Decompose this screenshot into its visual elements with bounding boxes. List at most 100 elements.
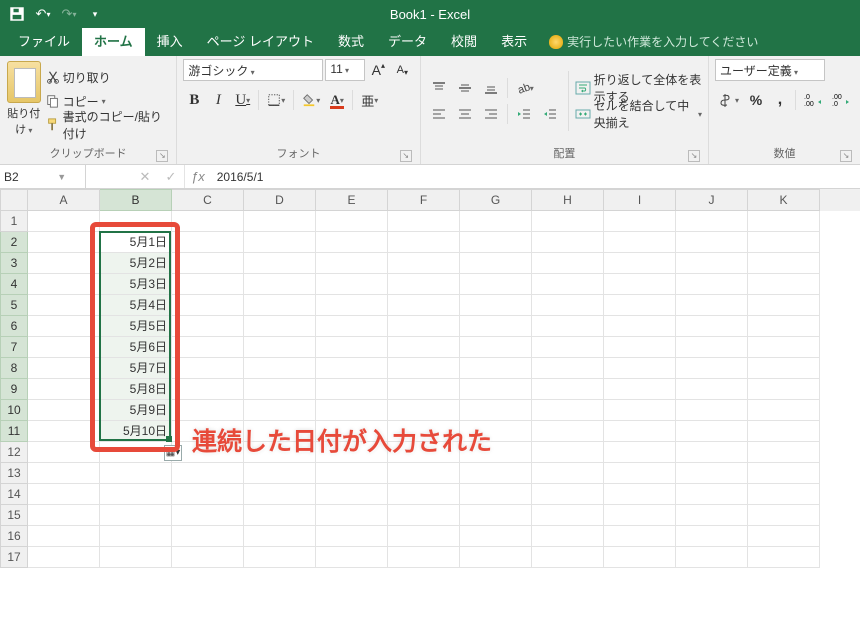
cell-C1[interactable]: [172, 211, 244, 232]
cell-F4[interactable]: [388, 274, 460, 295]
cell-E13[interactable]: [316, 463, 388, 484]
accounting-format-icon[interactable]: [715, 89, 743, 111]
cell-E1[interactable]: [316, 211, 388, 232]
cell-H5[interactable]: [532, 295, 604, 316]
cell-F10[interactable]: [388, 400, 460, 421]
row-header-1[interactable]: 1: [0, 211, 28, 232]
cell-D3[interactable]: [244, 253, 316, 274]
cell-K11[interactable]: [748, 421, 820, 442]
cell-H12[interactable]: [532, 442, 604, 463]
cell-E3[interactable]: [316, 253, 388, 274]
cell-K12[interactable]: [748, 442, 820, 463]
tab-pagelayout[interactable]: ページ レイアウト: [195, 25, 326, 56]
cell-J14[interactable]: [676, 484, 748, 505]
font-name-select[interactable]: 游ゴシック: [183, 59, 323, 81]
cell-D6[interactable]: [244, 316, 316, 337]
row-header-12[interactable]: 12: [0, 442, 28, 463]
cell-D14[interactable]: [244, 484, 316, 505]
cell-K16[interactable]: [748, 526, 820, 547]
cell-K3[interactable]: [748, 253, 820, 274]
cell-K13[interactable]: [748, 463, 820, 484]
cell-H7[interactable]: [532, 337, 604, 358]
cell-C8[interactable]: [172, 358, 244, 379]
cell-K5[interactable]: [748, 295, 820, 316]
cell-J13[interactable]: [676, 463, 748, 484]
cell-J1[interactable]: [676, 211, 748, 232]
row-header-4[interactable]: 4: [0, 274, 28, 295]
increase-indent-icon[interactable]: [538, 103, 562, 125]
cell-H13[interactable]: [532, 463, 604, 484]
tab-formulas[interactable]: 数式: [326, 25, 376, 56]
cell-H11[interactable]: [532, 421, 604, 442]
cell-H1[interactable]: [532, 211, 604, 232]
borders-button[interactable]: [263, 89, 289, 111]
cell-E8[interactable]: [316, 358, 388, 379]
cell-I8[interactable]: [604, 358, 676, 379]
cell-C2[interactable]: [172, 232, 244, 253]
percent-format-icon[interactable]: %: [745, 89, 767, 111]
cell-F3[interactable]: [388, 253, 460, 274]
cell-I9[interactable]: [604, 379, 676, 400]
cell-H6[interactable]: [532, 316, 604, 337]
cell-J11[interactable]: [676, 421, 748, 442]
cell-H10[interactable]: [532, 400, 604, 421]
row-header-7[interactable]: 7: [0, 337, 28, 358]
cell-C6[interactable]: [172, 316, 244, 337]
cell-G17[interactable]: [460, 547, 532, 568]
tell-me[interactable]: 実行したい作業を入力してください: [549, 33, 758, 56]
cell-E7[interactable]: [316, 337, 388, 358]
cell-E2[interactable]: [316, 232, 388, 253]
cell-A17[interactable]: [28, 547, 100, 568]
cell-G14[interactable]: [460, 484, 532, 505]
cell-I10[interactable]: [604, 400, 676, 421]
cell-J8[interactable]: [676, 358, 748, 379]
cell-B17[interactable]: [100, 547, 172, 568]
cell-B14[interactable]: [100, 484, 172, 505]
cell-I1[interactable]: [604, 211, 676, 232]
cell-H14[interactable]: [532, 484, 604, 505]
row-header-3[interactable]: 3: [0, 253, 28, 274]
cell-C3[interactable]: [172, 253, 244, 274]
cell-K7[interactable]: [748, 337, 820, 358]
col-header-D[interactable]: D: [244, 189, 316, 211]
cell-F8[interactable]: [388, 358, 460, 379]
tab-data[interactable]: データ: [376, 25, 439, 56]
cell-C5[interactable]: [172, 295, 244, 316]
row-header-2[interactable]: 2: [0, 232, 28, 253]
col-header-J[interactable]: J: [676, 189, 748, 211]
cell-J12[interactable]: [676, 442, 748, 463]
col-header-F[interactable]: F: [388, 189, 460, 211]
row-header-11[interactable]: 11: [0, 421, 28, 442]
cell-D17[interactable]: [244, 547, 316, 568]
cell-G3[interactable]: [460, 253, 532, 274]
cell-I17[interactable]: [604, 547, 676, 568]
row-header-10[interactable]: 10: [0, 400, 28, 421]
row-header-9[interactable]: 9: [0, 379, 28, 400]
cell-G16[interactable]: [460, 526, 532, 547]
cell-C15[interactable]: [172, 505, 244, 526]
cell-K8[interactable]: [748, 358, 820, 379]
cell-K6[interactable]: [748, 316, 820, 337]
align-top-icon[interactable]: [427, 77, 451, 99]
cell-F14[interactable]: [388, 484, 460, 505]
cell-A13[interactable]: [28, 463, 100, 484]
spreadsheet[interactable]: ABCDEFGHIJK 125月1日35月2日45月3日55月4日65月5日75…: [0, 189, 860, 568]
format-painter-button[interactable]: 書式のコピー/貼り付け: [46, 114, 171, 136]
number-format-select[interactable]: ユーザー定義: [715, 59, 825, 81]
row-header-17[interactable]: 17: [0, 547, 28, 568]
tab-file[interactable]: ファイル: [6, 25, 82, 56]
italic-button[interactable]: I: [207, 89, 229, 111]
col-header-H[interactable]: H: [532, 189, 604, 211]
cell-I14[interactable]: [604, 484, 676, 505]
fill-color-button[interactable]: [298, 89, 324, 111]
cell-J15[interactable]: [676, 505, 748, 526]
col-header-G[interactable]: G: [460, 189, 532, 211]
cell-A15[interactable]: [28, 505, 100, 526]
qat-customize-icon[interactable]: ▾: [84, 3, 106, 25]
cell-D9[interactable]: [244, 379, 316, 400]
cell-I3[interactable]: [604, 253, 676, 274]
cell-J2[interactable]: [676, 232, 748, 253]
font-size-select[interactable]: 11: [325, 59, 365, 81]
cell-J4[interactable]: [676, 274, 748, 295]
cell-F17[interactable]: [388, 547, 460, 568]
